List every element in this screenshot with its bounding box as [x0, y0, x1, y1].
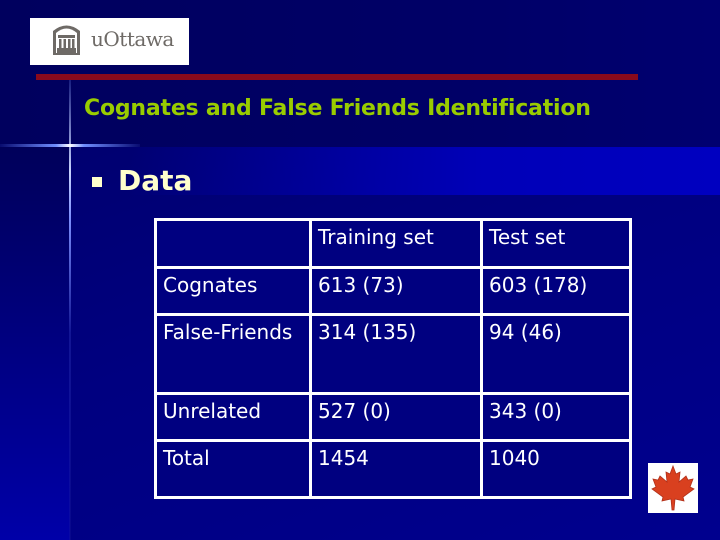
table-cell: 603 (178)	[480, 266, 632, 316]
table-header-row: Training set Test set	[154, 218, 632, 269]
table-cell: 1040	[480, 439, 632, 499]
table-cell: 343 (0)	[480, 392, 632, 442]
table-cell: 1454	[309, 439, 483, 499]
table-cell: 94 (46)	[480, 313, 632, 395]
data-table: Training set Test set Cognates 613 (73) …	[154, 218, 632, 499]
table-cell: 314 (135)	[309, 313, 483, 395]
table-header-cell: Test set	[480, 218, 632, 269]
table-cell: 613 (73)	[309, 266, 483, 316]
title-rule	[36, 74, 638, 80]
university-building-icon	[53, 25, 80, 55]
table-cell: 527 (0)	[309, 392, 483, 442]
table-row: Unrelated 527 (0) 343 (0)	[154, 392, 632, 442]
slide-title: Cognates and False Friends Identificatio…	[84, 96, 591, 121]
table-row-label: Total	[154, 439, 312, 499]
uottawa-wordmark: uOttawa	[91, 27, 174, 51]
square-bullet-icon	[92, 177, 102, 187]
table-header-cell: Training set	[309, 218, 483, 269]
uottawa-logo: uOttawa	[30, 18, 189, 65]
background-highlight-band	[130, 147, 720, 195]
background-left-strip	[0, 147, 70, 540]
table-row-label: Unrelated	[154, 392, 312, 442]
decorative-vertical-line	[69, 80, 71, 540]
table-row-label: Cognates	[154, 266, 312, 316]
maple-leaf-icon	[651, 464, 695, 511]
decorative-horizontal-flare	[0, 144, 140, 147]
table-row: False-Friends 314 (135) 94 (46)	[154, 313, 632, 395]
maple-leaf-logo	[648, 463, 698, 513]
table-row: Cognates 613 (73) 603 (178)	[154, 266, 632, 316]
bullet-text: Data	[118, 164, 193, 197]
table-header-cell	[154, 218, 312, 269]
table-row: Total 1454 1040	[154, 439, 632, 499]
table-row-label: False-Friends	[154, 313, 312, 395]
